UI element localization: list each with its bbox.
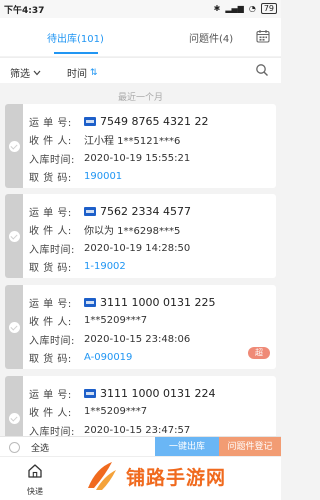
tab-problem-parcels[interactable]: 问题件(4) bbox=[189, 30, 233, 45]
courier-logo-icon bbox=[84, 207, 96, 216]
filter-button[interactable]: 筛选 bbox=[10, 65, 41, 80]
tracking-label: 运 单 号: bbox=[29, 390, 72, 401]
in-time-label: 入库时间: bbox=[29, 336, 75, 347]
parcel-card[interactable]: 运 单 号: 3111 1000 0131 225 收 件 人: 1**5209… bbox=[5, 285, 276, 369]
pickup-code-label: 取 货 码: bbox=[29, 263, 72, 274]
tracking-number: 7562 2334 4577 bbox=[100, 205, 191, 218]
select-all-label: 全选 bbox=[31, 444, 50, 454]
parcel-card[interactable]: 运 单 号: 7562 2334 4577 收 件 人: 你以为 1**6298… bbox=[5, 194, 276, 278]
tracking-number: 3111 1000 0131 224 bbox=[100, 387, 216, 400]
check-icon[interactable] bbox=[9, 231, 20, 242]
nav-item-label: 快递 bbox=[27, 487, 43, 496]
watermark-text: 铺路手游网 bbox=[126, 466, 227, 489]
tab-pending-out[interactable]: 待出库(101) bbox=[47, 30, 104, 45]
signal-icon: ▂▄▆ bbox=[225, 4, 244, 13]
in-time-value: 2020-10-19 15:55:21 bbox=[84, 153, 191, 164]
recipient-label: 收 件 人: bbox=[29, 408, 72, 419]
pickup-code-label: 取 货 码: bbox=[29, 173, 72, 184]
issue-register-button[interactable]: 问题件登记 bbox=[219, 437, 281, 457]
recipient-label: 收 件 人: bbox=[29, 317, 72, 328]
courier-logo-icon bbox=[84, 389, 96, 398]
select-strip[interactable] bbox=[5, 376, 23, 436]
in-time-value: 2020-10-15 23:48:06 bbox=[84, 334, 191, 345]
watermark: 铺路手游网 bbox=[82, 458, 226, 494]
in-time-value: 2020-10-15 23:47:57 bbox=[84, 425, 191, 436]
pickup-code-label: 取 货 码: bbox=[29, 354, 72, 365]
calendar-icon[interactable] bbox=[256, 29, 270, 43]
pickup-code-value: 1-19002 bbox=[84, 261, 126, 272]
nav-item-express[interactable]: 快递 bbox=[20, 463, 50, 497]
sort-icon: ⇅ bbox=[90, 67, 98, 78]
filter-label: 筛选 bbox=[10, 69, 30, 80]
bottom-action-bar: 全选 一键出库 问题件登记 bbox=[0, 436, 281, 457]
select-all-toggle[interactable]: 全选 bbox=[9, 441, 49, 454]
recipient-label: 收 件 人: bbox=[29, 136, 72, 147]
in-time-label: 入库时间: bbox=[29, 155, 75, 166]
status-bar: 下午4:37 ✱ ▂▄▆ ◔ 79 bbox=[0, 0, 281, 18]
recipient-label: 收 件 人: bbox=[29, 226, 72, 237]
in-time-label: 入库时间: bbox=[29, 427, 75, 436]
tab-active-indicator bbox=[54, 52, 98, 54]
check-icon[interactable] bbox=[9, 322, 20, 333]
bluetooth-icon: ✱ bbox=[213, 4, 221, 13]
status-time: 下午4:37 bbox=[4, 6, 45, 16]
pickup-code-value: A-090019 bbox=[84, 352, 133, 363]
recipient-value: 江小程 1**5121***6 bbox=[84, 136, 181, 147]
recipient-value: 1**5209***7 bbox=[84, 406, 148, 417]
status-icons: ✱ ▂▄▆ ◔ 79 bbox=[214, 3, 277, 14]
section-label-recent-month: 最近一个月 bbox=[117, 93, 163, 103]
filter-bar: 筛选 时间 ⇅ bbox=[0, 57, 281, 83]
tracking-number: 7549 8765 4321 22 bbox=[100, 115, 209, 128]
overdue-badge: 超 bbox=[248, 347, 270, 359]
wifi-icon: ◔ bbox=[248, 4, 256, 13]
tracking-number: 3111 1000 0131 225 bbox=[100, 296, 216, 309]
in-time-value: 2020-10-19 14:28:50 bbox=[84, 243, 191, 254]
in-time-label: 入库时间: bbox=[29, 245, 75, 256]
watermark-logo-icon bbox=[88, 462, 116, 490]
select-all-radio[interactable] bbox=[9, 442, 20, 453]
home-icon bbox=[28, 464, 42, 478]
battery-icon: 79 bbox=[260, 3, 277, 14]
tracking-label: 运 单 号: bbox=[29, 208, 72, 219]
search-icon[interactable] bbox=[255, 63, 269, 77]
parcel-card[interactable]: 运 单 号: 3111 1000 0131 224 收 件 人: 1**5209… bbox=[5, 376, 276, 436]
recipient-value: 1**5209***7 bbox=[84, 315, 148, 326]
time-sort-label: 时间 bbox=[67, 69, 87, 80]
check-icon[interactable] bbox=[9, 141, 20, 152]
recipient-value: 你以为 1**6298***5 bbox=[84, 226, 181, 237]
parcel-card[interactable]: 运 单 号: 7549 8765 4321 22 收 件 人: 江小程 1**5… bbox=[5, 104, 276, 188]
chevron-down-icon bbox=[33, 70, 41, 75]
one-click-out-button[interactable]: 一键出库 bbox=[155, 437, 219, 457]
courier-logo-icon bbox=[84, 117, 96, 126]
tab-bar: 待出库(101) 问题件(4) bbox=[0, 18, 281, 56]
tracking-label: 运 单 号: bbox=[29, 118, 72, 129]
courier-logo-icon bbox=[84, 298, 96, 307]
pickup-code-value: 190001 bbox=[84, 171, 123, 182]
check-icon[interactable] bbox=[9, 413, 20, 424]
time-sort-button[interactable]: 时间 ⇅ bbox=[67, 65, 98, 81]
tracking-label: 运 单 号: bbox=[29, 299, 72, 310]
